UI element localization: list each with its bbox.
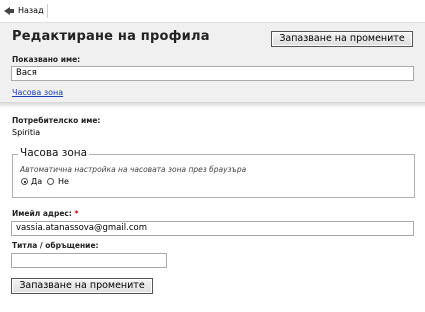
timezone-auto-note: Автоматична настройка на часовата зона п… <box>20 165 247 174</box>
back-arrow-icon-tail <box>9 9 14 13</box>
timezone-fieldset <box>12 154 415 198</box>
display-name-label: Показвано име: <box>12 55 81 64</box>
timezone-link[interactable]: Часова зона <box>12 88 63 97</box>
save-button-bottom[interactable]: Запазване на промените <box>11 278 153 294</box>
username-value: Spiritia <box>12 128 41 137</box>
page-title: Редактиране на профила <box>12 29 210 44</box>
timezone-no-label: Не <box>58 177 69 186</box>
timezone-no-radio[interactable] <box>47 178 54 185</box>
save-button-top[interactable]: Запазване на промените <box>271 31 413 47</box>
separator <box>47 4 48 18</box>
top-bar <box>0 0 425 22</box>
title-field-label: Титла / обръщение: <box>12 241 99 250</box>
panel-shadow <box>0 102 425 108</box>
title-field-input[interactable] <box>11 253 167 268</box>
timezone-yes-label: Да <box>31 177 43 186</box>
email-input[interactable]: vassia.atanassova@gmail.com <box>11 221 414 236</box>
display-name-input[interactable]: Вася <box>11 66 414 81</box>
email-label: Имейл адрес: * <box>12 209 78 218</box>
username-label: Потребителско име: <box>12 116 101 125</box>
timezone-yes-radio[interactable] <box>21 178 28 185</box>
email-label-text: Имейл адрес: <box>12 209 72 218</box>
required-marker: * <box>74 209 79 218</box>
back-link[interactable]: Назад <box>18 6 44 15</box>
timezone-legend: Часова зона <box>18 147 90 159</box>
